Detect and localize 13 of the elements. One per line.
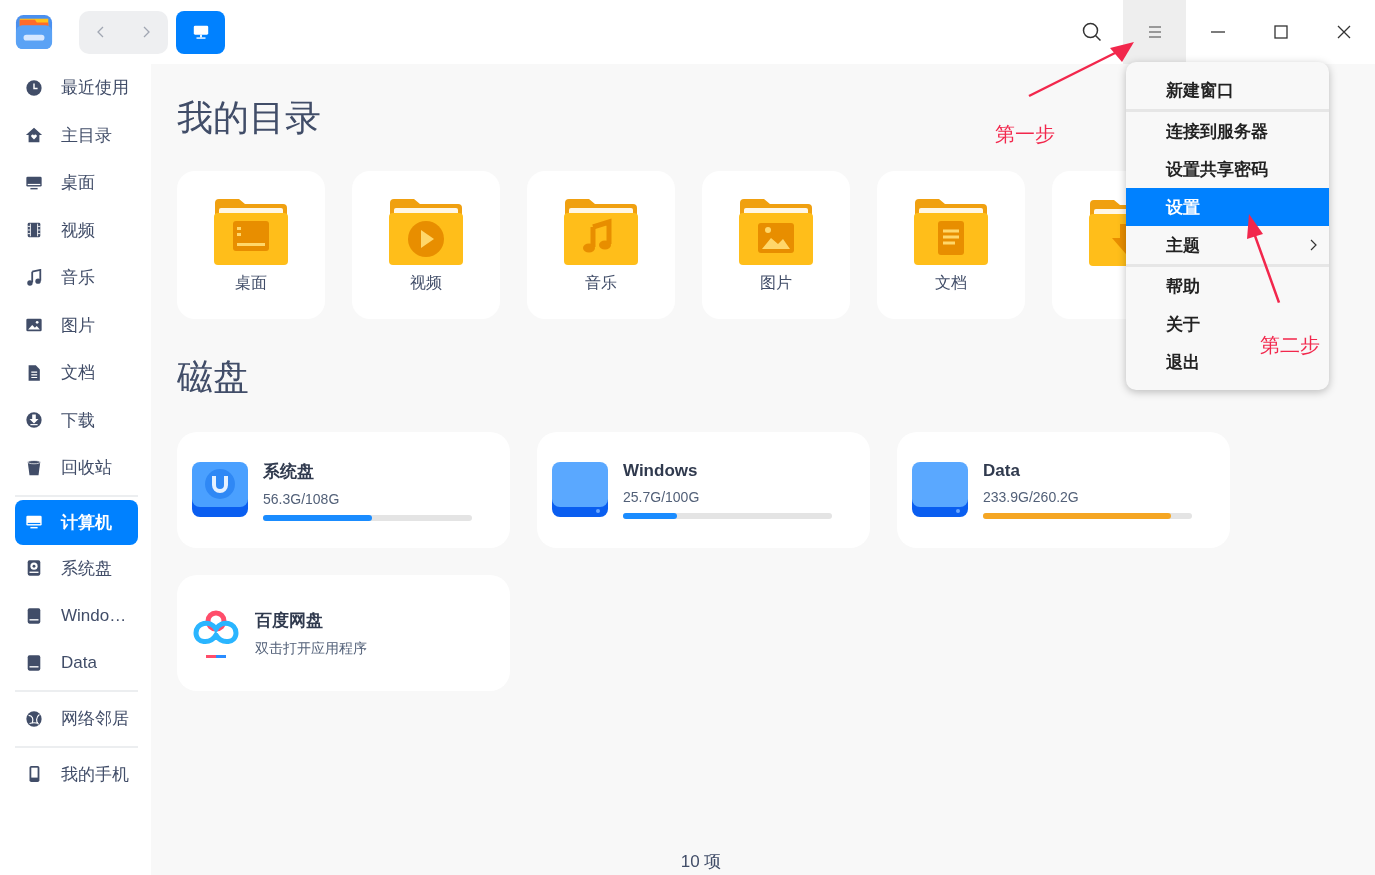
disk-usage: 233.9G/260.2G <box>983 489 1080 505</box>
disk-name: Windows <box>623 461 699 481</box>
annotation-label: 第二步 <box>1260 333 1320 358</box>
annotation-label: 第一步 <box>995 122 1055 147</box>
disk-name: 系统盘 <box>263 460 315 483</box>
disk-name: Data <box>983 461 1021 481</box>
section-heading: 我的目录 <box>177 96 321 140</box>
section-heading: 磁盘 <box>177 355 249 399</box>
disk-usage: 56.3G/108G <box>263 490 341 507</box>
disk-usage: 25.7G/100G <box>623 489 701 505</box>
item-count: 10 项 <box>680 851 722 873</box>
disk-name: 百度网盘 <box>255 609 324 632</box>
app-subtitle: 双击打开应用程序 <box>255 639 368 658</box>
